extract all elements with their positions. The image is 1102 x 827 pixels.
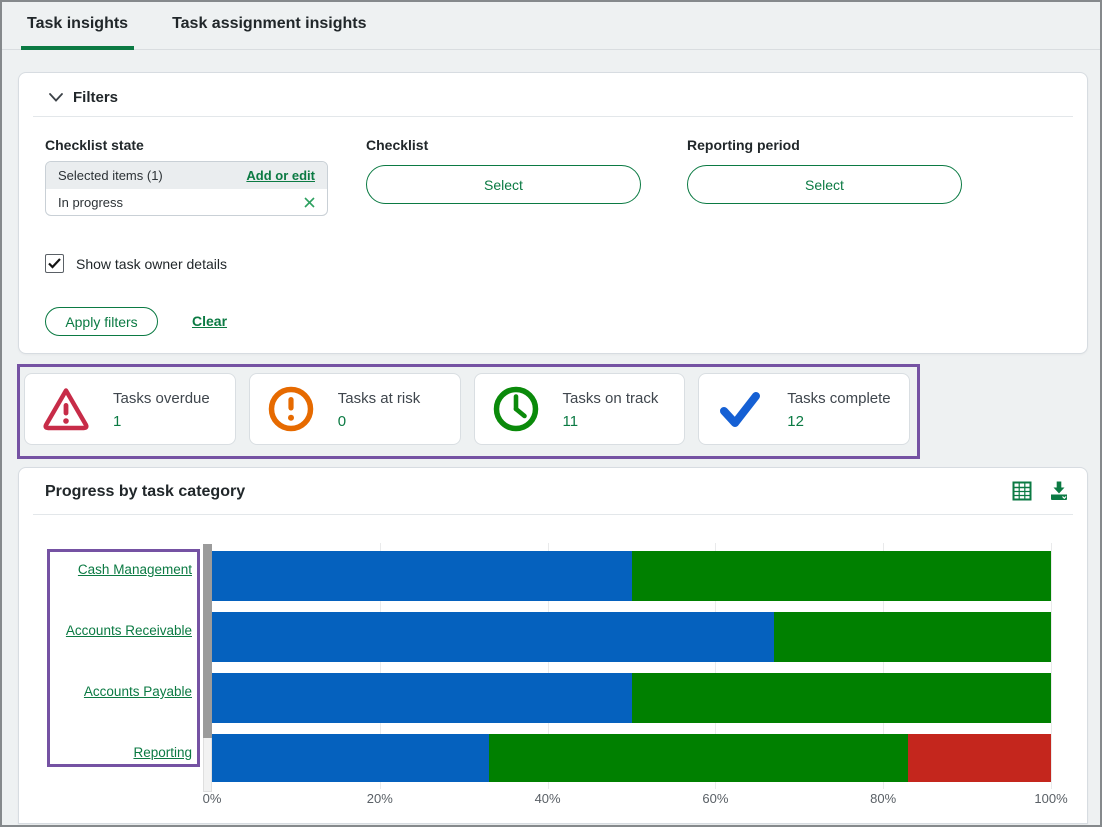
- summary-card-value: 1: [113, 413, 122, 430]
- category-link[interactable]: Accounts Receivable: [66, 623, 192, 638]
- x-axis-tick-label: 20%: [366, 791, 393, 806]
- exclamation-circle-icon: [266, 384, 316, 434]
- chart-scrollbar[interactable]: [203, 544, 212, 792]
- clock-icon: [491, 384, 541, 434]
- summary-card-label: Tasks overdue: [113, 390, 210, 407]
- checklist-state-label: Checklist state: [45, 137, 144, 153]
- selected-item-text: In progress: [58, 195, 124, 210]
- tab-task-insights[interactable]: Task insights: [21, 2, 135, 50]
- summary-card-tasks-complete[interactable]: Tasks complete 12: [698, 373, 910, 445]
- x-axis-tick-label: 60%: [702, 791, 729, 806]
- category-link[interactable]: Accounts Payable: [84, 684, 192, 699]
- checklist-state-box: Selected items (1) Add or edit In progre…: [45, 161, 328, 216]
- bar-segment-overdue[interactable]: [908, 734, 1051, 782]
- bar-segment-on-track[interactable]: [631, 673, 1051, 723]
- bar-segment-on-track[interactable]: [488, 734, 909, 782]
- gridline: [1051, 543, 1052, 789]
- download-icon[interactable]: [1047, 479, 1071, 503]
- category-label-accounts-receivable: Accounts Receivable: [19, 623, 192, 638]
- chevron-down-icon: [49, 93, 63, 102]
- show-task-owner-details-label: Show task owner details: [76, 255, 227, 272]
- reporting-period-select-button[interactable]: Select: [687, 165, 962, 204]
- bar-row-reporting: [212, 734, 1051, 782]
- bar-segment-on-track[interactable]: [774, 612, 1051, 662]
- chart-header-divider: [33, 514, 1073, 515]
- bar-segment-complete[interactable]: [212, 673, 632, 723]
- add-or-edit-link[interactable]: Add or edit: [246, 168, 315, 183]
- category-label-cash-management: Cash Management: [19, 562, 192, 577]
- chart-title: Progress by task category: [45, 483, 246, 500]
- close-icon[interactable]: [304, 197, 315, 208]
- checklist-label: Checklist: [366, 137, 429, 153]
- check-icon: [715, 384, 765, 434]
- category-labels-highlight-box: [47, 549, 200, 767]
- filters-panel: Filters Checklist state Checklist Report…: [18, 72, 1088, 354]
- task-insights-dashboard: Task insights Task assignment insights F…: [0, 0, 1102, 827]
- filters-header[interactable]: Filters: [19, 73, 1087, 116]
- show-task-owner-details-checkbox[interactable]: [45, 254, 64, 273]
- apply-filters-button[interactable]: Apply filters: [45, 307, 158, 336]
- bar-row-accounts-receivable: [212, 612, 1051, 662]
- category-link[interactable]: Cash Management: [78, 562, 192, 577]
- x-axis-tick-label: 0%: [202, 791, 222, 806]
- summary-card-label: Tasks at risk: [337, 390, 421, 407]
- summary-card-label: Tasks on track: [562, 390, 659, 407]
- tab-task-assignment-insights[interactable]: Task assignment insights: [166, 2, 372, 50]
- x-axis-tick-label: 40%: [534, 791, 561, 806]
- category-label-reporting: Reporting: [19, 745, 192, 760]
- summary-card-value: 12: [787, 413, 804, 430]
- chart-scrollbar-thumb[interactable]: [203, 544, 212, 738]
- bar-segment-complete[interactable]: [212, 734, 489, 782]
- selected-items-summary: Selected items (1): [58, 168, 163, 183]
- chart-toolbar: [1010, 479, 1071, 503]
- progress-chart-panel: Progress by task category Cash Managemen…: [18, 467, 1088, 824]
- bar-segment-on-track[interactable]: [631, 551, 1051, 601]
- x-axis-tick-label: 80%: [870, 791, 897, 806]
- table-icon[interactable]: [1010, 479, 1034, 503]
- checklist-select-button[interactable]: Select: [366, 165, 641, 204]
- bar-segment-complete[interactable]: [212, 551, 632, 601]
- summary-card-value: 11: [562, 413, 579, 430]
- bar-row-accounts-payable: [212, 673, 1051, 723]
- checklist-state-header: Selected items (1) Add or edit: [46, 162, 327, 189]
- summary-card-value: 0: [337, 413, 347, 430]
- bar-segment-complete[interactable]: [212, 612, 775, 662]
- category-link[interactable]: Reporting: [133, 745, 192, 760]
- summary-cards-row: Tasks overdue 1 Tasks at risk 0 Tasks on tra…: [24, 373, 910, 445]
- filters-divider: [33, 116, 1073, 117]
- bar-row-cash-management: [212, 551, 1051, 601]
- selected-item-row: In progress: [46, 189, 327, 215]
- tab-bar: Task insights Task assignment insights: [2, 2, 1100, 50]
- summary-card-label: Tasks complete: [787, 390, 891, 407]
- filters-title: Filters: [73, 89, 119, 106]
- x-axis-tick-label: 100%: [1034, 791, 1068, 806]
- summary-card-tasks-at-risk[interactable]: Tasks at risk 0: [248, 373, 461, 445]
- clear-filters-link[interactable]: Clear: [192, 313, 227, 329]
- summary-card-tasks-overdue[interactable]: Tasks overdue 1: [24, 373, 236, 445]
- checkmark-icon: [48, 258, 61, 269]
- category-label-accounts-payable: Accounts Payable: [19, 684, 192, 699]
- warning-triangle-icon: [41, 384, 91, 434]
- summary-card-tasks-on-track[interactable]: Tasks on track 11: [473, 373, 686, 445]
- show-task-owner-details-row: Show task owner details: [45, 254, 227, 273]
- reporting-period-label: Reporting period: [687, 137, 800, 153]
